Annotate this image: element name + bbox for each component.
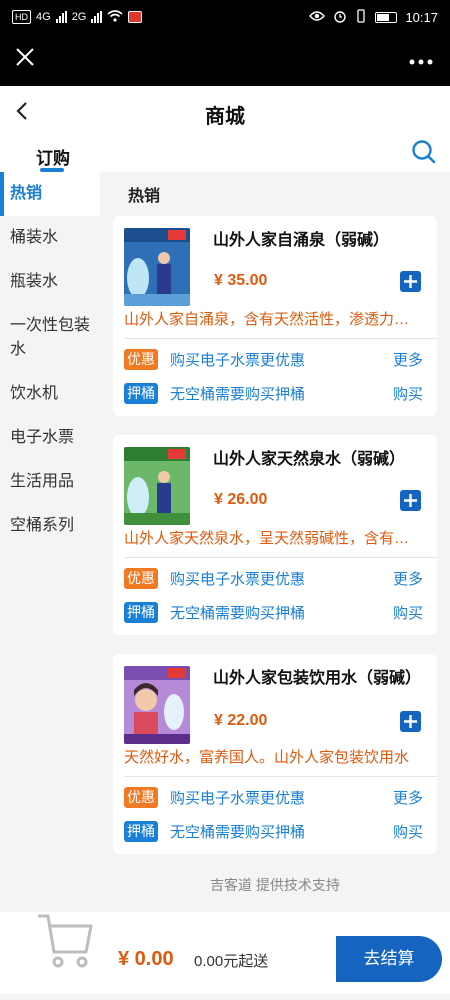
page-header: 商城 订购 [0, 86, 450, 182]
divider [124, 338, 437, 339]
promo-tag: 优惠 [124, 786, 158, 808]
deposit-tag: 押桶 [124, 601, 158, 623]
promo-row: 优惠 购买电子水票更优惠 更多 [124, 348, 423, 370]
promo-row: 优惠 购买电子水票更优惠 更多 [124, 567, 423, 589]
more-icon[interactable] [408, 46, 434, 72]
sidebar-item-e-ticket[interactable]: 电子水票 [0, 416, 100, 460]
promo-text[interactable]: 购买电子水票更优惠 [170, 568, 393, 589]
promo-more-link[interactable]: 更多 [393, 568, 423, 589]
promo-more-link[interactable]: 更多 [393, 787, 423, 808]
status-left: HD 4G 2G [12, 9, 143, 25]
sidebar-item-empty-barrel[interactable]: 空桶系列 [0, 504, 100, 548]
product-price: ¥ 35.00 [214, 272, 268, 289]
hd-indicator: HD [12, 10, 31, 24]
deposit-tag: 押桶 [124, 820, 158, 842]
promo-more-link[interactable]: 更多 [393, 349, 423, 370]
promo-text[interactable]: 购买电子水票更优惠 [170, 349, 393, 370]
promo-text[interactable]: 购买电子水票更优惠 [170, 787, 393, 808]
cart-icon[interactable] [36, 912, 94, 972]
wifi-icon [107, 9, 123, 25]
deposit-buy-link[interactable]: 购买 [393, 383, 423, 404]
product-card[interactable]: 山外人家自涌泉（弱碱） ¥ 35.00 山外人家自涌泉，含有天然活性，渗透力强，… [113, 216, 437, 416]
add-to-cart-button[interactable] [400, 490, 421, 511]
close-icon[interactable] [12, 46, 38, 72]
vibrate-icon [355, 8, 367, 26]
product-price: ¥ 26.00 [214, 491, 268, 508]
network-4g: 4G [36, 11, 51, 23]
deposit-tag: 押桶 [124, 382, 158, 404]
deposit-row: 押桶 无空桶需要购买押桶 购买 [124, 382, 423, 404]
product-price: ¥ 22.00 [214, 712, 268, 729]
divider [124, 557, 437, 558]
webview-toolbar [0, 34, 450, 86]
sidebar-item-dispenser[interactable]: 饮水机 [0, 372, 100, 416]
promo-tag: 优惠 [124, 567, 158, 589]
add-to-cart-button[interactable] [400, 271, 421, 292]
product-image[interactable] [124, 447, 190, 525]
deposit-text[interactable]: 无空桶需要购买押桶 [170, 602, 393, 623]
sidebar-item-disposable-water[interactable]: 一次性包装水 [0, 304, 100, 372]
add-to-cart-button[interactable] [400, 711, 421, 732]
product-image[interactable] [124, 666, 190, 744]
product-image[interactable] [124, 228, 190, 306]
notification-app-icon [128, 11, 143, 23]
deposit-row: 押桶 无空桶需要购买押桶 购买 [124, 601, 423, 623]
sidebar-item-bottled-water[interactable]: 瓶装水 [0, 260, 100, 304]
sidebar-item-daily-goods[interactable]: 生活用品 [0, 460, 100, 504]
product-name[interactable]: 山外人家自涌泉（弱碱） [213, 230, 417, 252]
section-title: 热销 [128, 188, 161, 205]
deposit-row: 押桶 无空桶需要购买押桶 购买 [124, 820, 423, 842]
battery-icon [375, 11, 398, 23]
tech-support-note: 吉客道 提供技术支持 [210, 877, 340, 893]
signal-icon-2 [91, 11, 103, 23]
deposit-buy-link[interactable]: 购买 [393, 602, 423, 623]
cart-bar: ¥ 0.00 0.00元起送 去结算 [0, 912, 450, 1000]
product-name[interactable]: 山外人家天然泉水（弱碱） [213, 449, 417, 471]
minimum-order: 0.00元起送 [194, 953, 269, 970]
tab-order[interactable]: 订购 [36, 144, 70, 169]
checkout-button[interactable]: 去结算 [336, 936, 442, 982]
product-card[interactable]: 山外人家包装饮用水（弱碱） ¥ 22.00 天然好水，富养国人。山外人家包装饮用… [113, 654, 437, 854]
category-sidebar: 热销 桶装水 瓶装水 一次性包装水 饮水机 电子水票 生活用品 空桶系列 [0, 172, 100, 912]
product-description: 山外人家自涌泉，含有天然活性，渗透力强，易吸收 [124, 311, 423, 328]
alarm-icon [333, 9, 347, 26]
product-description: 山外人家天然泉水，呈天然弱碱性，含有多种矿物质 [124, 530, 423, 547]
divider [124, 776, 437, 777]
status-bar: HD 4G 2G 10:17 [0, 0, 450, 34]
product-list: 热销 山外人家自涌泉（弱碱） ¥ 35.00 山外人家自涌泉，含有天然活性，渗透… [100, 172, 450, 912]
eye-icon [309, 10, 326, 25]
page-title: 商城 [205, 106, 245, 128]
product-card[interactable]: 山外人家天然泉水（弱碱） ¥ 26.00 山外人家天然泉水，呈天然弱碱性，含有多… [113, 435, 437, 635]
promo-tag: 优惠 [124, 348, 158, 370]
cart-total: ¥ 0.00 [118, 948, 174, 970]
sidebar-item-hot[interactable]: 热销 [0, 172, 100, 216]
promo-row: 优惠 购买电子水票更优惠 更多 [124, 786, 423, 808]
product-name[interactable]: 山外人家包装饮用水（弱碱） [213, 668, 421, 690]
bottom-spacer [0, 994, 450, 1000]
deposit-text[interactable]: 无空桶需要购买押桶 [170, 821, 393, 842]
deposit-text[interactable]: 无空桶需要购买押桶 [170, 383, 393, 404]
sidebar-item-barrel-water[interactable]: 桶装水 [0, 216, 100, 260]
status-right: 10:17 [309, 8, 438, 26]
search-icon[interactable] [410, 138, 438, 166]
network-2g: 2G [71, 11, 87, 23]
product-description: 天然好水，富养国人。山外人家包装饮用水 [124, 749, 410, 766]
deposit-buy-link[interactable]: 购买 [393, 821, 423, 842]
status-time: 10:17 [405, 9, 438, 25]
signal-icon [55, 11, 67, 23]
